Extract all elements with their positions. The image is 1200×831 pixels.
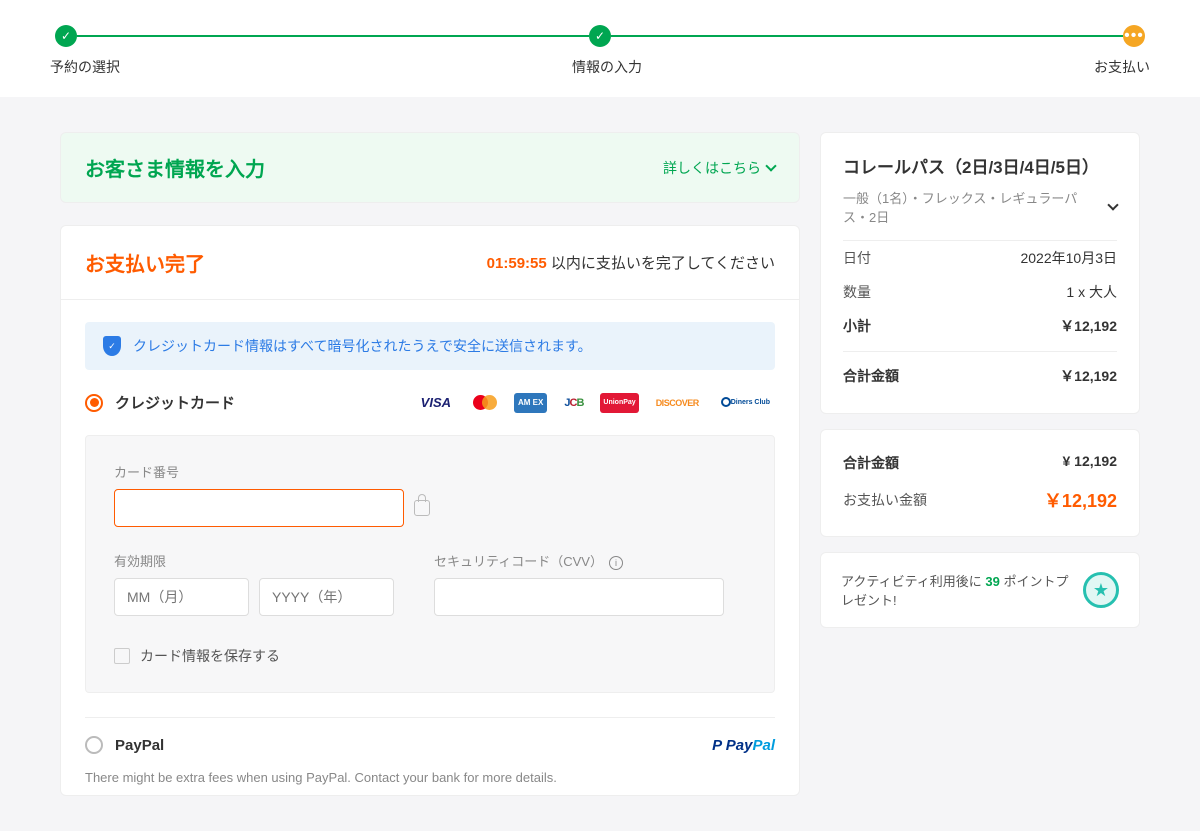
credit-card-form: カード番号 有効期限 セキュリティコード（CVV）i [85,435,775,693]
paypal-method[interactable]: PayPal P PayPal There might be extra fee… [61,718,799,795]
info-icon[interactable]: i [609,556,623,570]
timer-value: 01:59:55 [487,255,547,272]
order-summary: コレールパス（2日/3日/4日/5日） 一般（1名）・フレックス・レギュラーパス… [820,132,1140,414]
paypal-label: PayPal [115,737,164,754]
step-line [77,35,589,37]
step-labels: 予約の選択 情報の入力 お支払い [0,47,1200,97]
cvv-input[interactable] [434,578,724,616]
expiry-label: 有効期限 [114,551,394,570]
summary-date: 2022年10月3日 [1020,248,1117,268]
card-number-input[interactable] [114,489,404,527]
step1-dot: ✓ [55,25,77,47]
cc-radio[interactable] [85,394,103,412]
unionpay-icon: UnionPay [600,393,638,413]
chevron-down-icon [765,160,776,171]
payment-totals: 合計金額¥ 12,192 お支払い金額￥12,192 [820,429,1140,537]
diners-icon: Diners Club [716,393,775,413]
expiry-month-input[interactable] [114,578,249,616]
summary-subtotal: ￥12,192 [1060,316,1117,336]
card-number-label: カード番号 [114,462,746,481]
points-value: 39 [985,574,999,589]
security-banner: ✓ クレジットカード情報はすべて暗号化されたうえで安全に送信されます。 [85,322,775,370]
paypal-radio[interactable] [85,736,103,754]
payment-title: お支払い完了 [85,248,205,277]
product-variant: 一般（1名）・フレックス・レギュラーパス・2日 [843,188,1093,226]
cc-label: クレジットカード [115,392,235,413]
discover-icon: DISCOVER [651,393,704,413]
chevron-down-icon[interactable] [1107,199,1118,210]
paypal-logo-icon: P PayPal [712,737,775,754]
product-name: コレールパス（2日/3日/4日/5日） [843,153,1117,178]
progress-steps: ✓ ✓ ••• [0,0,1200,47]
save-card-label: カード情報を保存する [140,646,280,666]
lock-icon [414,500,430,516]
points-banner: アクティビティ利用後に 39 ポイントプレゼント! ★ [820,552,1140,628]
payment-timer: 01:59:55 以内に支払いを完了してください [487,252,775,273]
save-card-checkbox[interactable] [114,648,130,664]
amex-icon: AM EX [514,393,547,413]
summary-qty: 1 x 大人 [1066,282,1117,302]
step2-dot: ✓ [589,25,611,47]
step-line [611,35,1123,37]
grand-total: ¥ 12,192 [1063,453,1118,473]
mastercard-icon [468,393,502,413]
expiry-year-input[interactable] [259,578,394,616]
summary-total: ￥12,192 [1060,366,1117,386]
jcb-icon: JCB [559,393,588,413]
step3-label: お支払い [1094,57,1150,77]
card-brand-icons: VISA AM EX JCB UnionPay DISCOVER Diners … [416,393,775,413]
customer-info-title: お客さま情報を入力 [85,153,265,182]
step1-label: 予約の選択 [50,57,120,77]
credit-card-method[interactable]: クレジットカード VISA AM EX JCB UnionPay DISCOVE… [61,370,799,425]
step3-dot: ••• [1123,25,1145,47]
payment-card: お支払い完了 01:59:55 以内に支払いを完了してください ✓ クレジットカ… [60,225,800,796]
paypal-note: There might be extra fees when using Pay… [85,770,775,785]
details-link[interactable]: 詳しくはこちら [663,158,775,178]
cvv-label: セキュリティコード（CVV）i [434,551,724,570]
pay-amount: ￥12,192 [1044,487,1117,513]
shield-icon: ✓ [103,336,121,356]
customer-info-panel: お客さま情報を入力 詳しくはこちら [60,132,800,203]
star-badge-icon: ★ [1083,572,1119,608]
step2-label: 情報の入力 [572,57,642,77]
visa-icon: VISA [416,393,456,413]
